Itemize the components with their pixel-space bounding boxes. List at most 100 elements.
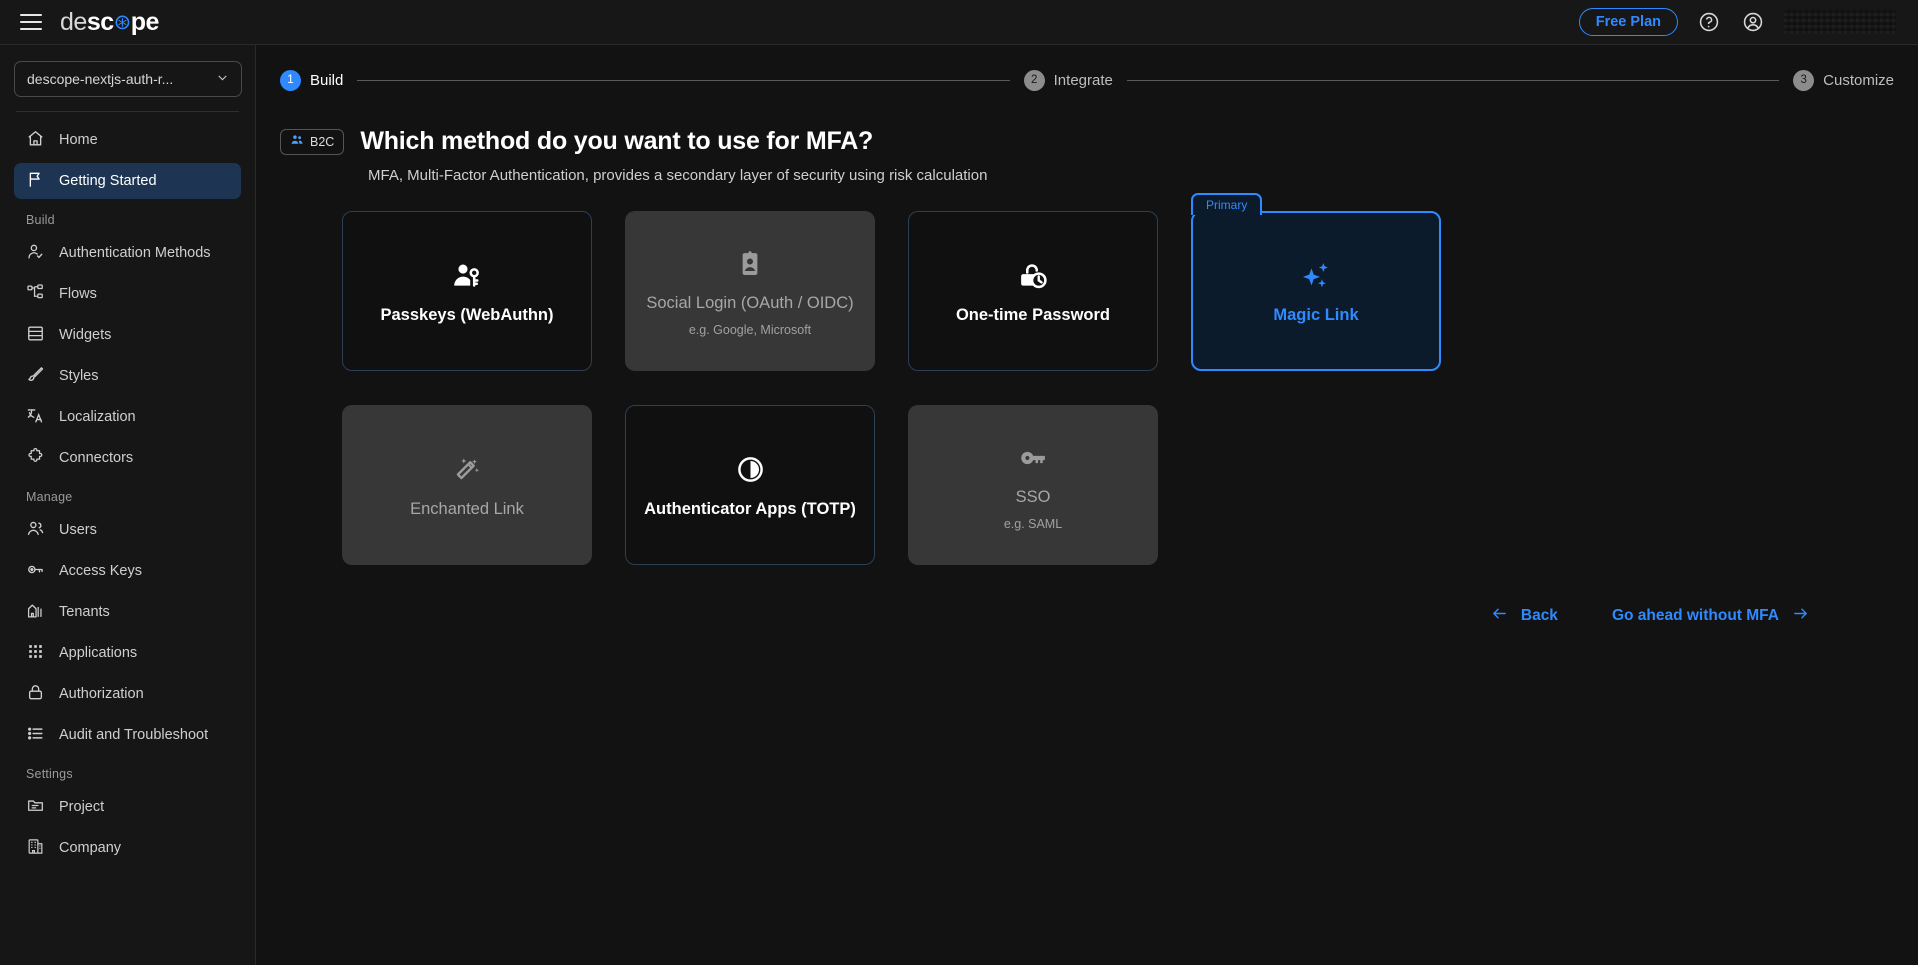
sidebar-item-authentication-methods[interactable]: Authentication Methods	[14, 235, 241, 271]
sidebar-item-label: Access Keys	[59, 563, 142, 579]
list-icon	[26, 724, 45, 747]
company-icon	[26, 837, 45, 860]
sidebar-item-styles[interactable]: Styles	[14, 358, 241, 394]
sidebar-item-project[interactable]: Project	[14, 789, 241, 825]
top-bar-right: Free Plan	[1579, 8, 1896, 37]
passkey-icon	[451, 258, 483, 294]
stepper-line	[357, 80, 1009, 81]
method-card-one-time-password[interactable]: One-time Password	[908, 211, 1158, 371]
step-number: 1	[280, 70, 301, 91]
sidebar-item-applications[interactable]: Applications	[14, 635, 241, 671]
free-plan-button[interactable]: Free Plan	[1579, 8, 1678, 37]
project-selector[interactable]: descope-nextjs-auth-r...	[14, 61, 242, 97]
sidebar-item-label: Flows	[59, 286, 97, 302]
sidebar-item-label: Applications	[59, 645, 137, 661]
sidebar-item-home[interactable]: Home	[14, 122, 241, 158]
users-icon	[26, 519, 45, 542]
method-cards: Passkeys (WebAuthn) Social Login (OAuth …	[256, 211, 1676, 565]
sidebar-item-label: Home	[59, 132, 98, 148]
sidebar-item-tenants[interactable]: Tenants	[14, 594, 241, 630]
sidebar-item-label: Styles	[59, 368, 99, 384]
step-label: Integrate	[1054, 72, 1113, 89]
sidebar-item-label: Authentication Methods	[59, 245, 211, 261]
sparkles-icon	[1299, 258, 1333, 294]
step-customize[interactable]: 3 Customize	[1793, 70, 1894, 91]
logo-part-2: sc	[87, 8, 114, 37]
b2c-badge-label: B2C	[310, 135, 334, 149]
method-card-label: Authenticator Apps (TOTP)	[644, 500, 856, 519]
sidebar-item-access-keys[interactable]: Access Keys	[14, 553, 241, 589]
sidebar: descope-nextjs-auth-r... Home Getting St…	[0, 45, 256, 965]
method-card-sublabel: e.g. Google, Microsoft	[689, 323, 811, 337]
method-card-social-login: Social Login (OAuth / OIDC) e.g. Google,…	[625, 211, 875, 371]
logo-part-3: pe	[131, 8, 159, 37]
method-card-passkeys[interactable]: Passkeys (WebAuthn)	[342, 211, 592, 371]
key-sso-icon	[1017, 440, 1049, 476]
project-selector-label: descope-nextjs-auth-r...	[27, 71, 173, 87]
sidebar-item-label: Getting Started	[59, 173, 157, 189]
arrow-left-icon	[1490, 605, 1509, 627]
page-subtitle: MFA, Multi-Factor Authentication, provid…	[256, 167, 1918, 184]
arrow-right-icon	[1791, 605, 1810, 627]
hamburger-icon[interactable]	[20, 14, 42, 30]
primary-badge: Primary	[1191, 193, 1262, 215]
sidebar-item-company[interactable]: Company	[14, 830, 241, 866]
sidebar-item-connectors[interactable]: Connectors	[14, 440, 241, 476]
skip-mfa-button[interactable]: Go ahead without MFA	[1612, 605, 1810, 627]
user-circle-icon[interactable]	[1740, 9, 1766, 35]
translate-icon	[26, 406, 45, 429]
b2c-badge: B2C	[280, 129, 344, 155]
sidebar-item-label: Audit and Troubleshoot	[59, 727, 208, 743]
back-button-label: Back	[1521, 607, 1558, 625]
back-button[interactable]: Back	[1490, 605, 1558, 627]
stepper: 1 Build 2 Integrate 3 Customize	[256, 55, 1918, 105]
method-card-label: Passkeys (WebAuthn)	[381, 306, 554, 325]
grid-dots-icon	[26, 642, 45, 665]
building-icon	[26, 601, 45, 624]
id-badge-icon	[735, 246, 765, 282]
help-circle-icon[interactable]	[1696, 9, 1722, 35]
key-icon	[26, 560, 45, 583]
descope-logo[interactable]: desc⊛pe	[60, 8, 159, 37]
sidebar-item-audit-and-troubleshoot[interactable]: Audit and Troubleshoot	[14, 717, 241, 753]
step-build[interactable]: 1 Build	[280, 70, 343, 91]
sidebar-group-build: Build	[14, 213, 241, 227]
method-card-label: Enchanted Link	[410, 500, 524, 519]
skip-mfa-label: Go ahead without MFA	[1612, 607, 1779, 625]
people-icon	[290, 133, 304, 150]
method-card-enchanted-link: Enchanted Link	[342, 405, 592, 565]
sidebar-item-localization[interactable]: Localization	[14, 399, 241, 435]
method-card-authenticator-apps[interactable]: Authenticator Apps (TOTP)	[625, 405, 875, 565]
sidebar-divider	[16, 111, 239, 112]
sidebar-item-label: Project	[59, 799, 104, 815]
step-label: Build	[310, 72, 343, 89]
sidebar-item-label: Tenants	[59, 604, 110, 620]
flow-nodes-icon	[26, 283, 45, 306]
home-icon	[26, 129, 45, 152]
user-check-icon	[26, 242, 45, 265]
sidebar-item-label: Users	[59, 522, 97, 538]
sidebar-item-label: Company	[59, 840, 121, 856]
lock-icon	[26, 683, 45, 706]
step-number: 2	[1024, 70, 1045, 91]
method-card-sublabel: e.g. SAML	[1004, 517, 1062, 531]
step-integrate[interactable]: 2 Integrate	[1024, 70, 1113, 91]
paintbrush-icon	[26, 365, 45, 388]
folder-icon	[26, 796, 45, 819]
sidebar-item-flows[interactable]: Flows	[14, 276, 241, 312]
sidebar-item-authorization[interactable]: Authorization	[14, 676, 241, 712]
sidebar-item-users[interactable]: Users	[14, 512, 241, 548]
sidebar-item-label: Connectors	[59, 450, 133, 466]
sidebar-item-widgets[interactable]: Widgets	[14, 317, 241, 353]
method-card-magic-link[interactable]: Primary Magic Link	[1191, 211, 1441, 371]
method-card-label: SSO	[1016, 488, 1051, 507]
sidebar-item-getting-started[interactable]: Getting Started	[14, 163, 241, 199]
flag-icon	[26, 170, 45, 193]
account-name[interactable]	[1784, 10, 1896, 34]
chevron-down-icon	[216, 71, 229, 87]
stepper-line	[1127, 80, 1779, 81]
method-card-label: One-time Password	[956, 306, 1110, 325]
page-title: Which method do you want to use for MFA?	[360, 127, 873, 156]
main-content: 1 Build 2 Integrate 3 Customize B2C Whic…	[256, 45, 1918, 965]
step-label: Customize	[1823, 72, 1894, 89]
